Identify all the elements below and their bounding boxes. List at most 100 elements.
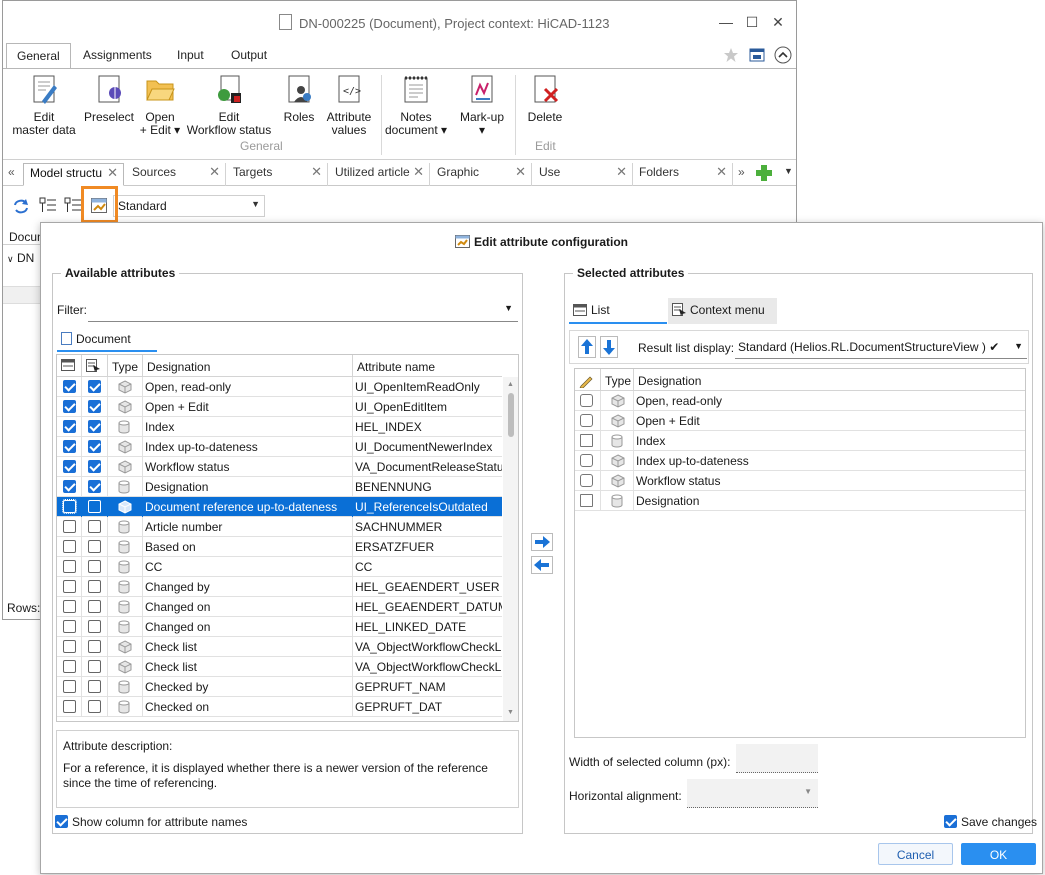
tab-dropdown-icon[interactable]: ▼ [784, 166, 793, 176]
list-checkbox[interactable] [63, 520, 76, 533]
list-checkbox[interactable] [63, 540, 76, 553]
table-row[interactable]: Changed on HEL_GEAENDERT_DATUM [57, 597, 502, 617]
tab-document[interactable]: Document [57, 328, 157, 352]
tab-list[interactable]: List [569, 298, 667, 324]
tab-input[interactable]: Input [177, 48, 204, 62]
context-menu-checkbox[interactable] [88, 420, 101, 433]
column-width-input[interactable] [736, 744, 818, 773]
scrollbar-thumb[interactable] [508, 393, 514, 437]
table-row[interactable]: CC CC [57, 557, 502, 577]
context-menu-checkbox[interactable] [88, 540, 101, 553]
ok-button[interactable]: OK [961, 843, 1036, 865]
row-checkbox[interactable] [580, 394, 593, 407]
vertical-scrollbar[interactable]: ▲ ▼ [503, 377, 518, 721]
roles-button[interactable]: Roles [279, 73, 319, 124]
maximize-icon[interactable]: ☐ [742, 13, 762, 31]
column-header-edit[interactable] [575, 369, 601, 391]
show-column-checkbox[interactable] [55, 815, 68, 828]
open-edit-button[interactable]: Open + Edit ▾ [137, 73, 183, 137]
list-checkbox[interactable] [63, 380, 76, 393]
move-down-icon[interactable] [600, 336, 618, 358]
view-select[interactable]: Standard ▼ [113, 195, 265, 217]
context-menu-checkbox[interactable] [88, 700, 101, 713]
result-list-select[interactable]: Standard (Helios.RL.DocumentStructureVie… [735, 335, 1027, 359]
tab-output[interactable]: Output [231, 48, 267, 62]
table-row[interactable]: Article number SACHNUMMER [57, 517, 502, 537]
row-checkbox[interactable] [580, 454, 593, 467]
table-row[interactable]: Changed on HEL_LINKED_DATE [57, 617, 502, 637]
attribute-values-button[interactable]: </> Attribute values [319, 73, 379, 137]
table-row[interactable]: Open + Edit [575, 411, 1025, 431]
column-header-document[interactable]: Docun [3, 225, 44, 245]
list-checkbox[interactable] [63, 420, 76, 433]
column-header-context-menu[interactable] [82, 355, 108, 377]
window-layout-icon[interactable] [749, 47, 765, 63]
edit-master-data-button[interactable]: Edit master data [11, 73, 77, 137]
expand-tree-icon[interactable] [39, 197, 57, 215]
list-checkbox[interactable] [63, 440, 76, 453]
context-menu-checkbox[interactable] [88, 380, 101, 393]
preselect-button[interactable]: Preselect [81, 73, 137, 124]
markup-button[interactable]: Mark-up ▾ [453, 73, 511, 137]
list-checkbox[interactable] [63, 700, 76, 713]
context-menu-checkbox[interactable] [88, 620, 101, 633]
table-row[interactable]: Workflow status VA_DocumentReleaseStatus [57, 457, 502, 477]
table-row[interactable]: Check list VA_ObjectWorkflowCheckL [57, 637, 502, 657]
context-menu-checkbox[interactable] [88, 400, 101, 413]
column-header-designation[interactable]: Designation [143, 355, 353, 377]
table-row[interactable]: Designation BENENNUNG [57, 477, 502, 497]
list-checkbox[interactable] [63, 620, 76, 633]
context-menu-checkbox[interactable] [88, 580, 101, 593]
tab-general[interactable]: General [6, 43, 71, 70]
list-checkbox[interactable] [63, 580, 76, 593]
scroll-left-icon[interactable]: « [8, 165, 15, 179]
refresh-icon[interactable] [12, 198, 30, 214]
close-tab-icon[interactable]: ✕ [616, 164, 627, 180]
row-checkbox[interactable] [580, 474, 593, 487]
context-menu-checkbox[interactable] [88, 660, 101, 673]
column-header-type[interactable]: Type [601, 369, 634, 391]
cancel-button[interactable]: Cancel [878, 843, 953, 865]
move-left-icon[interactable] [531, 556, 553, 574]
close-tab-icon[interactable]: ✕ [209, 164, 220, 180]
tab-model-structure[interactable]: Model structu ✕ [23, 163, 124, 186]
table-row[interactable]: Open, read-only UI_OpenItemReadOnly [57, 377, 502, 397]
tree-row[interactable]: ∨ DN [7, 251, 34, 265]
row-checkbox[interactable] [580, 494, 593, 507]
scroll-up-icon[interactable]: ▲ [507, 381, 514, 388]
list-checkbox[interactable] [63, 600, 76, 613]
horizontal-alignment-select[interactable]: ▼ [687, 779, 818, 808]
column-header-type[interactable]: Type [108, 355, 143, 377]
list-checkbox[interactable] [63, 480, 76, 493]
context-menu-checkbox[interactable] [88, 520, 101, 533]
scroll-down-icon[interactable]: ▼ [507, 709, 514, 716]
table-row[interactable]: Workflow status [575, 471, 1025, 491]
notes-document-button[interactable]: Notes document ▾ [383, 73, 449, 137]
delete-button[interactable]: Delete [521, 73, 569, 124]
table-row[interactable]: Designation [575, 491, 1025, 511]
table-row[interactable]: Based on ERSATZFUER [57, 537, 502, 557]
list-checkbox[interactable] [63, 560, 76, 573]
tab-context-menu[interactable]: Context menu [668, 298, 777, 324]
table-row[interactable]: Checked on GEPRUFT_DAT [57, 697, 502, 717]
tab-targets[interactable]: Targets ✕ [227, 163, 328, 186]
context-menu-checkbox[interactable] [88, 680, 101, 693]
list-checkbox[interactable] [63, 640, 76, 653]
table-row[interactable]: Index up-to-dateness UI_DocumentNewerInde… [57, 437, 502, 457]
collapse-tree-icon[interactable] [64, 197, 82, 215]
list-checkbox[interactable] [63, 660, 76, 673]
save-changes-checkbox[interactable] [944, 815, 957, 828]
close-icon[interactable]: ✕ [768, 13, 788, 31]
column-header-attribute-name[interactable]: Attribute name [353, 355, 502, 377]
tab-sources[interactable]: Sources ✕ [126, 163, 226, 186]
column-header-designation[interactable]: Designation [634, 369, 1025, 391]
add-tab-icon[interactable] [755, 164, 773, 182]
close-tab-icon[interactable]: ✕ [107, 165, 118, 181]
table-row[interactable]: Open, read-only [575, 391, 1025, 411]
table-row[interactable]: Index up-to-dateness [575, 451, 1025, 471]
table-row[interactable]: Document reference up-to-dateness UI_Refe… [57, 497, 502, 517]
tab-utilized-article[interactable]: Utilized article ✕ [329, 163, 430, 186]
table-row[interactable]: Index HEL_INDEX [57, 417, 502, 437]
close-tab-icon[interactable]: ✕ [413, 164, 424, 180]
table-row[interactable]: Check list VA_ObjectWorkflowCheckL [57, 657, 502, 677]
